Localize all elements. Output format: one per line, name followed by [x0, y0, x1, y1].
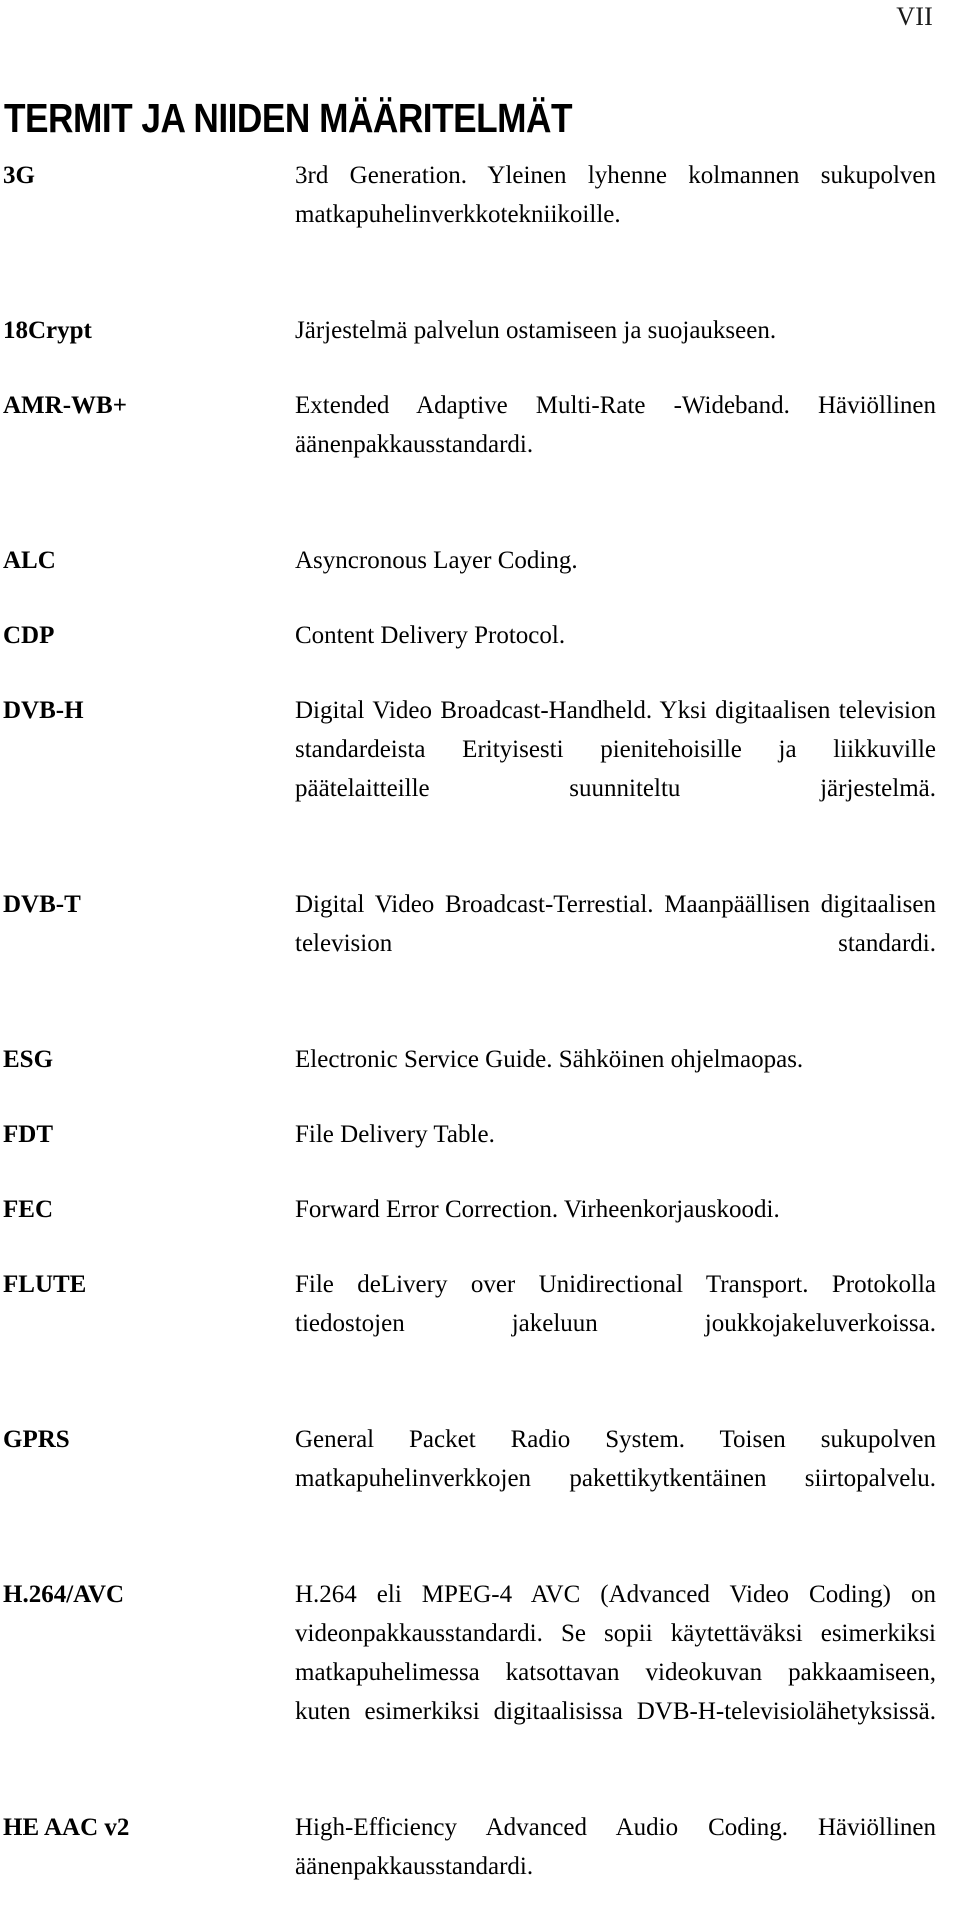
glossary-definition: Electronic Service Guide. Sähköinen ohje… [295, 1046, 804, 1073]
glossary-entry: 3G 3rd Generation. Yleinen lyhenne kolman… [3, 156, 936, 273]
glossary-term: CDP [3, 622, 55, 649]
glossary-term: FEC [3, 1196, 53, 1223]
glossary-entry: ESG Electronic Service Guide. Sähköinen o… [3, 1040, 936, 1079]
glossary-definition: H.264 eli MPEG-4 AVC (Advanced Video Cod… [295, 1581, 936, 1725]
glossary-term: DVB-T [3, 891, 81, 918]
page-number: VII [896, 2, 933, 31]
glossary-entry: FLUTE File deLivery over Unidirectional T… [3, 1265, 936, 1382]
glossary-term: H.264/AVC [3, 1581, 125, 1608]
glossary-entry: CDP Content Delivery Protocol. [3, 616, 936, 655]
glossary-term: ALC [3, 547, 56, 574]
glossary-definition: Forward Error Correction. Virheenkorjaus… [295, 1196, 780, 1223]
glossary-term: DVB-H [3, 697, 84, 724]
glossary-definition: Järjestelmä palvelun ostamiseen ja suoja… [295, 317, 777, 344]
glossary-term: FLUTE [3, 1271, 87, 1298]
glossary-entry: GPRS General Packet Radio System. Toisen … [3, 1420, 936, 1537]
glossary-entry: 18Crypt Järjestelmä palvelun ostamiseen j… [3, 311, 936, 350]
glossary-definition: Extended Adaptive Multi-Rate -Wideband. … [295, 392, 936, 458]
glossary-entry: ALC Asyncronous Layer Coding. [3, 541, 936, 580]
glossary-term: 18Crypt [3, 317, 92, 344]
glossary-definition: File Delivery Table. [295, 1121, 495, 1148]
glossary-definition: Content Delivery Protocol. [295, 622, 566, 649]
glossary-definition: Digital Video Broadcast-Terrestial. Maan… [295, 891, 936, 957]
glossary-term: ESG [3, 1046, 54, 1073]
glossary-definition: Asyncronous Layer Coding. [295, 547, 578, 574]
glossary-list: 3G 3rd Generation. Yleinen lyhenne kolman… [3, 156, 936, 1925]
glossary-definition: Digital Video Broadcast-Handheld. Yksi d… [295, 697, 936, 802]
glossary-term: GPRS [3, 1426, 70, 1453]
glossary-definition: General Packet Radio System. Toisen suku… [295, 1426, 936, 1492]
glossary-term: HE AAC v2 [3, 1814, 130, 1841]
glossary-definition: File deLivery over Unidirectional Transp… [295, 1271, 936, 1337]
glossary-entry: FEC Forward Error Correction. Virheenkorj… [3, 1190, 936, 1229]
glossary-entry: FDT File Delivery Table. [3, 1115, 936, 1154]
glossary-entry: AMR-WB+ Extended Adaptive Multi-Rate -Wid… [3, 386, 936, 503]
glossary-term: FDT [3, 1121, 53, 1148]
glossary-entry: DVB-H Digital Video Broadcast-Handheld. Y… [3, 691, 936, 847]
page-title: TERMIT JA NIIDEN MÄÄRITELMÄT [4, 95, 572, 142]
document-page: VII TERMIT JA NIIDEN MÄÄRITELMÄT 3G 3rd G… [0, 0, 960, 1880]
glossary-term: 3G [3, 162, 35, 189]
glossary-entry: DVB-T Digital Video Broadcast-Terrestial.… [3, 885, 936, 1002]
glossary-definition: 3rd Generation. Yleinen lyhenne kolmanne… [295, 162, 936, 228]
glossary-entry: HE AAC v2 High-Efficiency Advanced Audio … [3, 1808, 936, 1925]
glossary-definition: High-Efficiency Advanced Audio Coding. H… [295, 1814, 936, 1880]
glossary-entry: H.264/AVC H.264 eli MPEG-4 AVC (Advanced … [3, 1575, 936, 1770]
glossary-term: AMR-WB+ [3, 392, 127, 419]
